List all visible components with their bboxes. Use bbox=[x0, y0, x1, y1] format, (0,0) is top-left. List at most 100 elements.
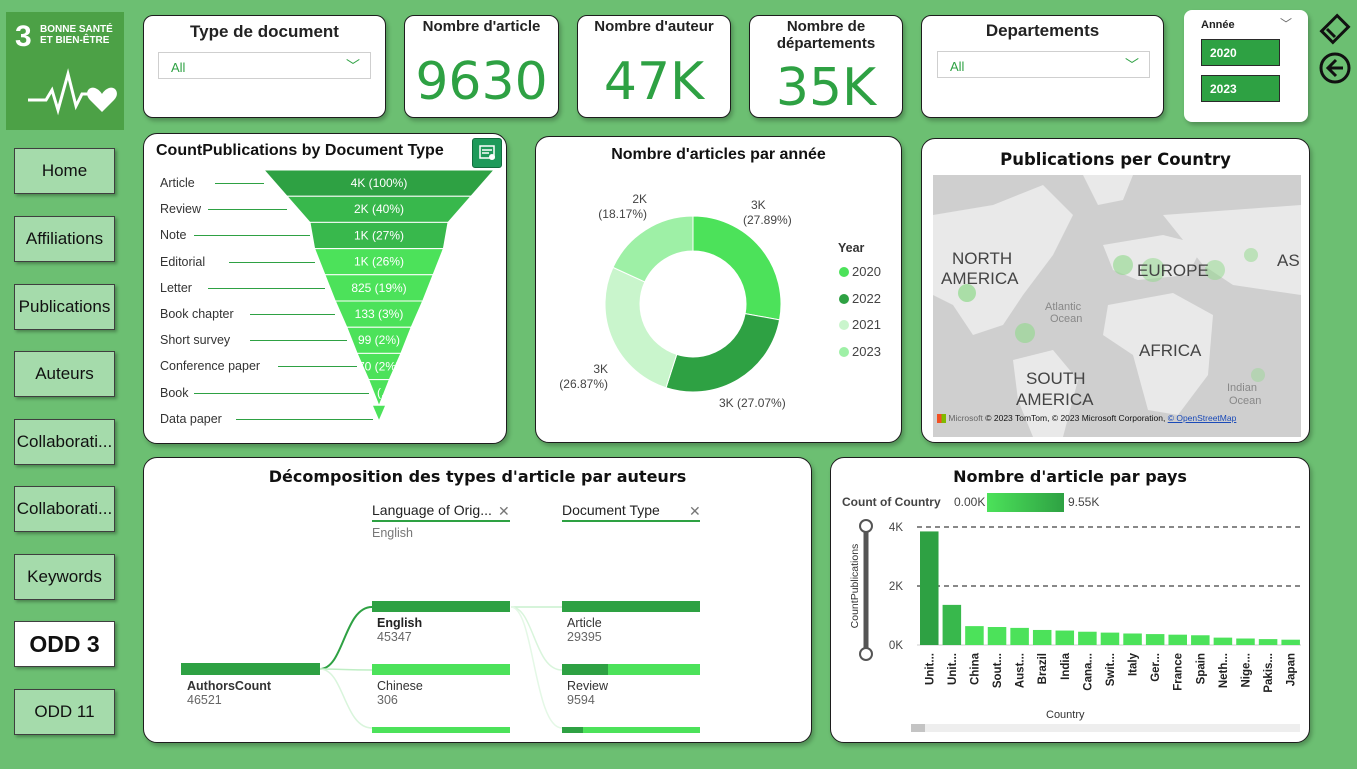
bar[interactable] bbox=[1168, 634, 1187, 645]
donut-legend-item-2021[interactable]: 2021 bbox=[839, 317, 881, 332]
nav-publications-button[interactable]: Publications bbox=[14, 284, 115, 330]
nav-odd11-button[interactable]: ODD 11 bbox=[14, 689, 115, 735]
bar[interactable] bbox=[965, 626, 984, 645]
nav-home-button[interactable]: Home bbox=[14, 148, 115, 194]
bar[interactable] bbox=[1123, 633, 1142, 645]
eraser-icon[interactable] bbox=[1318, 12, 1352, 46]
decomp-english-value: 45347 bbox=[377, 630, 412, 644]
decomp-more-bar[interactable] bbox=[372, 727, 510, 733]
funnel-category-label: Letter bbox=[160, 280, 192, 295]
bar[interactable] bbox=[1213, 637, 1233, 645]
legend-dot-icon bbox=[839, 267, 849, 277]
departements-slicer: Departements All ﹀ bbox=[921, 15, 1164, 118]
map-attribution-brand: Microsoft bbox=[948, 413, 983, 423]
nav-auteurs-button[interactable]: Auteurs bbox=[14, 351, 115, 397]
donut-label: 2K bbox=[632, 192, 647, 206]
year-option-2023[interactable]: 2023 bbox=[1201, 75, 1280, 102]
bar[interactable] bbox=[1078, 631, 1097, 645]
nav-odd11-label: ODD 11 bbox=[34, 702, 95, 721]
legend-dot-icon bbox=[839, 320, 849, 330]
donut-legend-item-2022[interactable]: 2022 bbox=[839, 291, 881, 306]
funnel-leader-line bbox=[250, 340, 347, 342]
back-arrow-icon[interactable] bbox=[1318, 51, 1352, 85]
annee-slicer-title: Année bbox=[1201, 19, 1235, 31]
donut-legend-item-2020[interactable]: 2020 bbox=[839, 264, 881, 279]
bar[interactable] bbox=[1145, 634, 1165, 645]
nav-keywords-label: Keywords bbox=[27, 567, 102, 586]
openstreetmap-link[interactable]: © OpenStreetMap bbox=[1168, 413, 1237, 423]
nav-collaborations-2-button[interactable]: Collaborati... bbox=[14, 486, 115, 532]
departements-slicer-title: Departements bbox=[985, 21, 1100, 40]
nav-affiliations-label: Affiliations bbox=[25, 229, 104, 248]
decomp-card: Décomposition des types d'article par au… bbox=[143, 457, 812, 743]
decomp-col2-close-icon[interactable]: ✕ bbox=[689, 503, 701, 520]
donut-card: Nombre d'articles par année 3K (27.89%) 3K… bbox=[535, 136, 902, 443]
donut-chart: 3K(27.89%)3K (27.07%)3K(26.87%)2K(18.17%… bbox=[559, 192, 791, 410]
decomp-more-bar-2[interactable] bbox=[562, 727, 700, 733]
x-tick-label: Brazil bbox=[1037, 653, 1049, 684]
donut-label: 3K bbox=[593, 362, 608, 376]
map-label-america: AMERICA bbox=[941, 269, 1019, 288]
donut-slice-2023[interactable] bbox=[612, 215, 694, 283]
bar[interactable] bbox=[1258, 639, 1278, 645]
bar[interactable] bbox=[1191, 635, 1210, 645]
decomp-chinese-bar[interactable] bbox=[372, 664, 510, 675]
bar-scrollbar-thumb[interactable] bbox=[911, 724, 925, 732]
donut-label-pct: (18.17%) bbox=[598, 207, 647, 221]
map-area[interactable]: NORTH AMERICA EUROPE ASIA Atlantic Ocean… bbox=[933, 175, 1301, 437]
bar[interactable] bbox=[1010, 627, 1029, 645]
funnel-leader-line bbox=[194, 235, 310, 237]
decomp-root-bar[interactable] bbox=[181, 663, 320, 675]
decomp-article-bar[interactable] bbox=[562, 601, 700, 612]
decomp-review-bar[interactable] bbox=[562, 664, 700, 675]
nav-keywords-button[interactable]: Keywords bbox=[14, 554, 115, 600]
donut-slice-2021[interactable] bbox=[604, 266, 678, 389]
departements-dropdown[interactable]: All ﹀ bbox=[937, 51, 1150, 78]
x-tick-label: Unit... bbox=[947, 653, 959, 685]
bar[interactable] bbox=[1032, 629, 1052, 645]
bar[interactable] bbox=[1100, 632, 1120, 645]
doc-type-dropdown-value: All bbox=[171, 60, 186, 75]
decomp-col2-header[interactable]: Document Type bbox=[562, 502, 660, 518]
nav-collaborations-1-button[interactable]: Collaborati... bbox=[14, 419, 115, 465]
funnel-card: CountPublications by Document Type 4K (1… bbox=[143, 133, 507, 444]
donut-slice-2020[interactable] bbox=[692, 215, 782, 321]
bar[interactable] bbox=[920, 531, 939, 645]
nav-odd3-button[interactable]: ODD 3 bbox=[14, 621, 115, 667]
funnel-segment[interactable] bbox=[373, 405, 385, 420]
map-attribution-text: © 2023 TomTom, © 2023 Microsoft Corporat… bbox=[985, 413, 1166, 423]
year-option-2020[interactable]: 2020 bbox=[1201, 39, 1280, 66]
bar[interactable] bbox=[987, 627, 1007, 645]
decomp-col1-header[interactable]: Language of Orig... bbox=[372, 502, 492, 518]
bar[interactable] bbox=[1055, 630, 1075, 645]
map-label-north: NORTH bbox=[952, 249, 1013, 268]
map-label-atlantic: Atlantic bbox=[1045, 301, 1082, 313]
doc-type-slicer-title: Type de document bbox=[190, 22, 339, 41]
chevron-down-icon[interactable]: ﹀ bbox=[1280, 15, 1292, 32]
nav-affiliations-button[interactable]: Affiliations bbox=[14, 216, 115, 262]
map-label-europe: EUROPE bbox=[1137, 261, 1209, 280]
decomp-english-bar[interactable] bbox=[372, 601, 510, 612]
chevron-down-icon: ﹀ bbox=[346, 58, 360, 74]
chevron-down-icon: ﹀ bbox=[1125, 57, 1139, 73]
decomp-col1-close-icon[interactable]: ✕ bbox=[498, 503, 510, 520]
decomp-article-value: 29395 bbox=[567, 630, 602, 644]
bar[interactable] bbox=[1281, 639, 1300, 645]
decomp-review-fill bbox=[562, 664, 608, 675]
annee-slicer: Année ﹀ 2020 2023 bbox=[1184, 10, 1308, 122]
microsoft-logo-icon bbox=[937, 414, 946, 424]
x-tick-label: Nige... bbox=[1240, 653, 1252, 688]
funnel-chart: 4K (100%) 2K (40%) 1K (27%) 1K (26%) 825 (19… bbox=[262, 169, 496, 420]
bar[interactable] bbox=[1236, 638, 1255, 645]
map-label-south-america: AMERICA bbox=[1016, 390, 1094, 409]
doc-type-dropdown[interactable]: All ﹀ bbox=[158, 52, 371, 79]
kpi-departments-card: Nombre de départements 35K bbox=[749, 15, 903, 118]
bar[interactable] bbox=[942, 604, 962, 645]
funnel-category-label: Note bbox=[160, 228, 187, 243]
map-label-asia: ASIA bbox=[1277, 251, 1301, 270]
donut-legend-title: Year bbox=[838, 241, 865, 255]
donut-slice-2022[interactable] bbox=[665, 312, 781, 393]
decomp-connectors bbox=[319, 520, 700, 729]
bar-scrollbar[interactable] bbox=[911, 724, 1300, 732]
donut-legend-item-2023[interactable]: 2023 bbox=[839, 344, 881, 359]
